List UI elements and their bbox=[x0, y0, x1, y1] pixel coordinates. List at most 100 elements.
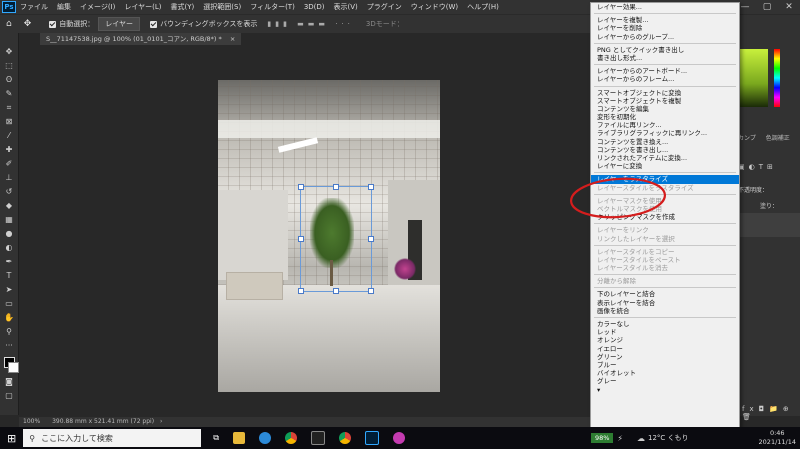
menu-item[interactable]: コンテンツを置き換え... bbox=[591, 138, 739, 146]
menu-plugins[interactable]: プラグイン bbox=[367, 2, 402, 12]
document-canvas[interactable] bbox=[218, 80, 440, 392]
eraser-icon[interactable]: ◆ bbox=[4, 201, 14, 211]
transform-handle[interactable] bbox=[368, 288, 374, 294]
transform-handle[interactable] bbox=[333, 184, 339, 190]
menu-item[interactable]: オレンジ bbox=[591, 336, 739, 344]
align-icons[interactable]: ▮▮▮ ▬▬▬ ··· bbox=[267, 20, 354, 28]
home-icon[interactable]: ⌂ bbox=[6, 19, 12, 29]
menu-item[interactable]: PNG としてクイック書き出し bbox=[591, 46, 739, 54]
transform-handle[interactable] bbox=[368, 236, 374, 242]
battery-indicator[interactable]: 98% bbox=[590, 433, 614, 443]
menu-item[interactable]: 下のレイヤーと結合 bbox=[591, 290, 739, 298]
marquee-icon[interactable]: ⬚ bbox=[4, 61, 14, 71]
menu-scroll-down-icon[interactable]: ▾ bbox=[591, 386, 739, 394]
menu-3d[interactable]: 3D(D) bbox=[304, 3, 325, 11]
menu-select[interactable]: 選択範囲(S) bbox=[203, 2, 241, 12]
background-color-swatch[interactable] bbox=[8, 362, 19, 373]
chrome-icon[interactable] bbox=[284, 432, 297, 444]
transform-bounding-box[interactable] bbox=[300, 186, 372, 292]
edge-icon[interactable] bbox=[258, 432, 271, 444]
transform-handle[interactable] bbox=[368, 184, 374, 190]
healing-brush-icon[interactable]: ✚ bbox=[4, 145, 14, 155]
menu-item[interactable]: 書き出し形式... bbox=[591, 54, 739, 62]
color-picker-field[interactable] bbox=[740, 49, 768, 107]
photoshop-taskbar-icon[interactable] bbox=[364, 431, 379, 445]
file-explorer-icon[interactable] bbox=[232, 432, 245, 444]
tab-adjustments[interactable]: 色調補正 bbox=[766, 135, 790, 142]
menu-item[interactable]: グリーン bbox=[591, 353, 739, 361]
menu-item[interactable]: レイヤーからのアートボード... bbox=[591, 67, 739, 75]
menu-layer[interactable]: レイヤー(L) bbox=[124, 2, 161, 12]
chrome-icon-2[interactable] bbox=[338, 432, 351, 444]
menu-window[interactable]: ウィンドウ(W) bbox=[411, 2, 458, 12]
transform-handle[interactable] bbox=[333, 288, 339, 294]
clone-stamp-icon[interactable]: ⊥ bbox=[4, 173, 14, 183]
crop-icon[interactable]: ⌗ bbox=[4, 103, 14, 113]
menu-item[interactable]: レイヤーを削除 bbox=[591, 24, 739, 32]
auto-select-checkbox[interactable] bbox=[49, 20, 57, 28]
more-tools-icon[interactable]: ··· bbox=[4, 341, 14, 351]
tab-swatches[interactable]: カンプ bbox=[738, 135, 756, 142]
menu-item[interactable]: 表示レイヤーを結合 bbox=[591, 299, 739, 307]
menu-item[interactable]: レッド bbox=[591, 328, 739, 336]
photoshop-logo[interactable]: Ps bbox=[2, 1, 16, 13]
document-tab[interactable]: S__71147538.jpg @ 100% (01_0101_コアン, RGB… bbox=[40, 33, 242, 45]
rectangle-icon[interactable]: ▭ bbox=[4, 299, 14, 309]
zoom-level[interactable]: 100% bbox=[23, 418, 40, 425]
blur-icon[interactable]: ● bbox=[4, 229, 14, 239]
menu-item[interactable]: レイヤーに変換 bbox=[591, 162, 739, 170]
menu-item[interactable]: ライブラリグラフィックに再リンク... bbox=[591, 129, 739, 137]
path-select-icon[interactable]: ➤ bbox=[4, 285, 14, 295]
menu-item[interactable]: スマートオブジェクトに変換 bbox=[591, 89, 739, 97]
layer-bottom-icons[interactable]: fx◘📁⊕🗑 bbox=[742, 405, 800, 421]
menu-item[interactable]: レイヤーからのフレーム... bbox=[591, 75, 739, 83]
menu-item[interactable]: レイヤーからのグループ... bbox=[591, 33, 739, 41]
eyedropper-icon[interactable]: ⁄ bbox=[4, 131, 14, 141]
gradient-icon[interactable]: ▦ bbox=[4, 215, 14, 225]
weather-text[interactable]: 12°C くもり bbox=[648, 433, 689, 443]
app-icon[interactable] bbox=[392, 432, 405, 444]
menu-item[interactable]: レイヤー効果... bbox=[591, 3, 739, 11]
menu-item[interactable]: 画像を統合 bbox=[591, 307, 739, 315]
transform-handle[interactable] bbox=[298, 184, 304, 190]
quick-select-icon[interactable]: ✎ bbox=[4, 89, 14, 99]
epic-games-icon[interactable] bbox=[310, 431, 325, 445]
menu-item[interactable]: 変形を初期化 bbox=[591, 113, 739, 121]
clock[interactable]: 0:46 2021/11/14 bbox=[759, 429, 796, 447]
menu-filter[interactable]: フィルター(T) bbox=[250, 2, 295, 12]
hue-slider[interactable] bbox=[774, 49, 780, 107]
pen-icon[interactable]: ✒ bbox=[4, 257, 14, 267]
taskbar-search[interactable]: ⚲ ここに入力して検索 bbox=[23, 429, 202, 447]
quick-mask-icon[interactable]: ◙ bbox=[4, 377, 14, 387]
history-brush-icon[interactable]: ↺ bbox=[4, 187, 14, 197]
menu-edit[interactable]: 編集 bbox=[57, 2, 71, 12]
menu-item[interactable]: リンクされたアイテムに変換... bbox=[591, 154, 739, 162]
lasso-icon[interactable]: ʘ bbox=[4, 75, 14, 85]
transform-handle[interactable] bbox=[298, 236, 304, 242]
maximize-button[interactable]: ▢ bbox=[756, 0, 778, 14]
task-view-icon[interactable]: ⧉ bbox=[213, 433, 219, 443]
screen-mode-icon[interactable]: ▢ bbox=[4, 391, 14, 401]
menu-item[interactable]: コンテンツを編集 bbox=[591, 105, 739, 113]
menu-item[interactable]: ブルー bbox=[591, 361, 739, 369]
menu-view[interactable]: 表示(V) bbox=[334, 2, 358, 12]
move-icon[interactable]: ✥ bbox=[4, 47, 14, 57]
menu-image[interactable]: イメージ(I) bbox=[80, 2, 115, 12]
menu-item[interactable]: イエロー bbox=[591, 345, 739, 353]
menu-item[interactable]: カラーなし bbox=[591, 320, 739, 328]
type-icon[interactable]: T bbox=[4, 271, 14, 281]
transform-handle[interactable] bbox=[298, 288, 304, 294]
layer-filter-icons[interactable]: ▣◐T⊞ bbox=[738, 163, 798, 173]
brush-icon[interactable]: ✐ bbox=[4, 159, 14, 169]
menu-file[interactable]: ファイル bbox=[20, 2, 48, 12]
menu-help[interactable]: ヘルプ(H) bbox=[467, 2, 499, 12]
move-tool-icon[interactable]: ✥ bbox=[24, 19, 32, 29]
menu-type[interactable]: 書式(Y) bbox=[171, 2, 195, 12]
dodge-icon[interactable]: ◐ bbox=[4, 243, 14, 253]
close-tab-icon[interactable]: × bbox=[230, 35, 235, 43]
bounding-box-checkbox[interactable] bbox=[150, 20, 158, 28]
close-button[interactable]: ✕ bbox=[778, 0, 800, 14]
frame-icon[interactable]: ⊠ bbox=[4, 117, 14, 127]
auto-select-dropdown[interactable]: レイヤー bbox=[98, 17, 141, 31]
layer-row[interactable] bbox=[736, 213, 800, 237]
